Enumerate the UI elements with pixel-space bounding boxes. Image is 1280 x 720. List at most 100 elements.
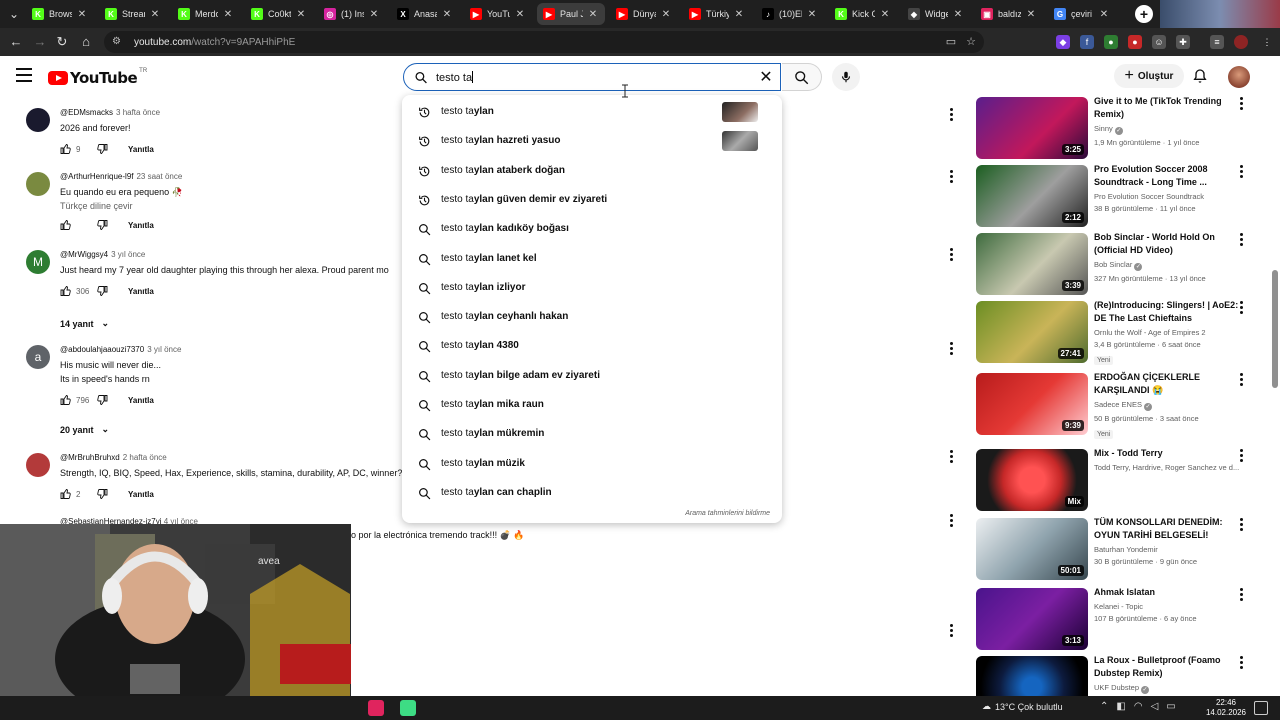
like-icon[interactable] xyxy=(60,488,72,500)
search-suggestion[interactable]: testo taylan lanet kel xyxy=(402,245,782,274)
video-thumbnail[interactable]: 9:39 xyxy=(976,373,1088,435)
comment-timestamp[interactable]: 3 hafta önce xyxy=(116,108,160,117)
video-title[interactable]: ERDOĞAN ÇİÇEKLERLE KARŞILANDI 😭 xyxy=(1094,371,1244,397)
recommended-video[interactable]: 3:13 Ahmak Islatan Kelanei - Topic 107 B gö… xyxy=(976,586,1272,652)
browser-tab[interactable]: ▣ baldızl ✕ xyxy=(975,3,1043,25)
comment-timestamp[interactable]: 3 yıl önce xyxy=(111,250,145,259)
tab-close-icon[interactable]: ✕ xyxy=(368,9,380,20)
view-replies-button[interactable]: 14 yanıt ⌄ xyxy=(60,318,109,329)
search-suggestion[interactable]: testo taylan mükremin xyxy=(402,420,782,449)
search-button[interactable] xyxy=(782,63,822,91)
browser-tab[interactable]: K Co0ktr ✕ xyxy=(245,3,313,25)
comment-more-options-icon[interactable] xyxy=(946,170,956,184)
browser-tab[interactable]: X Anasay ✕ xyxy=(391,3,459,25)
comment-more-options-icon[interactable] xyxy=(946,108,956,122)
browser-tab[interactable]: ▶ YouTub ✕ xyxy=(464,3,532,25)
channel-name[interactable]: Bob Sinclar ✓ xyxy=(1094,260,1244,271)
translate-link[interactable]: Türkçe diline çevir xyxy=(60,201,416,211)
dislike-icon[interactable] xyxy=(96,394,108,406)
browser-tab[interactable]: ▶ Türkiye ✕ xyxy=(683,3,751,25)
extension-icon[interactable]: ◆ xyxy=(1056,35,1070,49)
commenter-avatar[interactable] xyxy=(26,108,50,132)
comment-timestamp[interactable]: 3 yıl önce xyxy=(147,345,181,354)
tab-close-icon[interactable]: ✕ xyxy=(295,9,307,20)
comment-more-options-icon[interactable] xyxy=(946,450,956,464)
video-title[interactable]: Bob Sinclar - World Hold On (Official HD… xyxy=(1094,231,1244,257)
taskbar-app-icon[interactable] xyxy=(400,700,416,716)
video-title[interactable]: Give it to Me (TikTok Trending Remix) xyxy=(1094,95,1244,121)
extension-icon[interactable]: ● xyxy=(1128,35,1142,49)
forward-icon[interactable]: → xyxy=(30,32,50,52)
battery-icon[interactable]: ▭ xyxy=(1166,701,1175,712)
reload-icon[interactable]: ↻ xyxy=(52,32,72,52)
commenter-avatar[interactable] xyxy=(26,453,50,477)
reply-button[interactable]: Yanıtla xyxy=(128,145,154,154)
recommended-video[interactable]: 2:12 Pro Evolution Soccer 2008 Soundtrack… xyxy=(976,163,1272,229)
browser-tab[interactable]: K Stream ✕ xyxy=(99,3,167,25)
video-thumbnail[interactable]: 3:39 xyxy=(976,233,1088,295)
video-title[interactable]: Mix - Todd Terry xyxy=(1094,447,1244,460)
channel-name[interactable]: Sadece ENES ✓ xyxy=(1094,400,1244,411)
video-thumbnail[interactable]: 2:12 xyxy=(976,165,1088,227)
video-title[interactable]: La Roux - Bulletproof (Foamo Dubstep Rem… xyxy=(1094,654,1244,680)
browser-tab[interactable]: K Browse ✕ xyxy=(26,3,94,25)
video-more-options-icon[interactable] xyxy=(1236,301,1246,315)
back-icon[interactable]: ← xyxy=(6,32,26,52)
menu-icon[interactable] xyxy=(16,68,32,82)
reply-button[interactable]: Yanıtla xyxy=(128,221,154,230)
comment-author[interactable]: @MrWiggsy4 xyxy=(60,250,108,259)
bookmark-star-icon[interactable]: ☆ xyxy=(966,35,976,48)
tab-close-icon[interactable]: ✕ xyxy=(806,9,818,20)
tab-close-icon[interactable]: ✕ xyxy=(733,9,745,20)
comment-more-options-icon[interactable] xyxy=(946,342,956,356)
clear-search-icon[interactable]: ✕ xyxy=(756,68,776,88)
dislike-icon[interactable] xyxy=(96,285,108,297)
recommended-video[interactable]: 3:39 Bob Sinclar - World Hold On (Officia… xyxy=(976,231,1272,297)
channel-name[interactable]: Pro Evolution Soccer Soundtrack xyxy=(1094,192,1244,201)
tab-close-icon[interactable]: ✕ xyxy=(879,9,891,20)
channel-name[interactable]: UKF Dubstep ✓ xyxy=(1094,683,1244,694)
extension-icon[interactable]: ☺ xyxy=(1152,35,1166,49)
video-title[interactable]: TÜM KONSOLLARI DENEDİM: OYUN TARİHİ BELG… xyxy=(1094,516,1244,542)
taskbar-app-icon[interactable] xyxy=(368,700,384,716)
tab-close-icon[interactable]: ✕ xyxy=(76,9,88,20)
new-tab-button[interactable]: + xyxy=(1135,5,1153,23)
comment-author[interactable]: @EDMsmacks xyxy=(60,108,113,117)
browser-tab[interactable]: Gçeviri ✕ xyxy=(1048,3,1116,25)
video-more-options-icon[interactable] xyxy=(1236,449,1246,463)
dislike-icon[interactable] xyxy=(96,219,108,231)
reply-button[interactable]: Yanıtla xyxy=(128,287,154,296)
video-thumbnail[interactable]: 3:13 xyxy=(976,588,1088,650)
page-scrollbar[interactable] xyxy=(1272,270,1278,388)
channel-name[interactable]: Baturhan Yondemir xyxy=(1094,545,1244,554)
commenter-avatar[interactable] xyxy=(26,172,50,196)
dislike-icon[interactable] xyxy=(96,143,108,155)
channel-name[interactable]: Ornlu the Wolf - Age of Empires 2 xyxy=(1094,328,1244,337)
tab-close-icon[interactable]: ✕ xyxy=(587,9,599,20)
weather-widget[interactable]: ☁ 13°C Çok bulutlu xyxy=(982,701,1063,712)
comment-author[interactable]: @abdoulahjaaouzi7370 xyxy=(60,345,144,354)
youtube-logo[interactable]: YouTube TR xyxy=(48,68,147,87)
site-info-icon[interactable]: ⚙ xyxy=(112,36,124,48)
browser-tab[interactable]: ▶ Paul Jo ✕ xyxy=(537,3,605,25)
wifi-icon[interactable]: ◠ xyxy=(1134,701,1143,712)
video-more-options-icon[interactable] xyxy=(1236,165,1246,179)
search-suggestion[interactable]: testo taylan ataberk doğan xyxy=(402,157,782,186)
tab-close-icon[interactable]: ✕ xyxy=(1025,9,1037,20)
video-thumbnail[interactable]: 27:41 xyxy=(976,301,1088,363)
search-suggestion[interactable]: testo taylan ceyhanlı hakan xyxy=(402,303,782,332)
browser-tab[interactable]: K Merdo ✕ xyxy=(172,3,240,25)
tray-app-icon[interactable]: ◧ xyxy=(1116,701,1125,712)
reading-list-icon[interactable]: ≡ xyxy=(1210,35,1224,49)
comment-more-options-icon[interactable] xyxy=(946,624,956,638)
taskbar-clock[interactable]: 22:46 14.02.2026 xyxy=(1204,698,1248,718)
comment-more-options-icon[interactable] xyxy=(946,248,956,262)
like-icon[interactable] xyxy=(60,219,72,231)
video-title[interactable]: Pro Evolution Soccer 2008 Soundtrack - L… xyxy=(1094,163,1244,189)
browser-tab[interactable]: ▶ Dünya ✕ xyxy=(610,3,678,25)
search-suggestion[interactable]: testo taylan bilge adam ev ziyareti xyxy=(402,362,782,391)
search-suggestion[interactable]: testo taylan izliyor xyxy=(402,274,782,303)
search-suggestion[interactable]: testo taylan müzik xyxy=(402,450,782,479)
search-suggestion[interactable]: testo taylan 4380 xyxy=(402,332,782,361)
channel-name[interactable]: Kelanei - Topic xyxy=(1094,602,1244,611)
